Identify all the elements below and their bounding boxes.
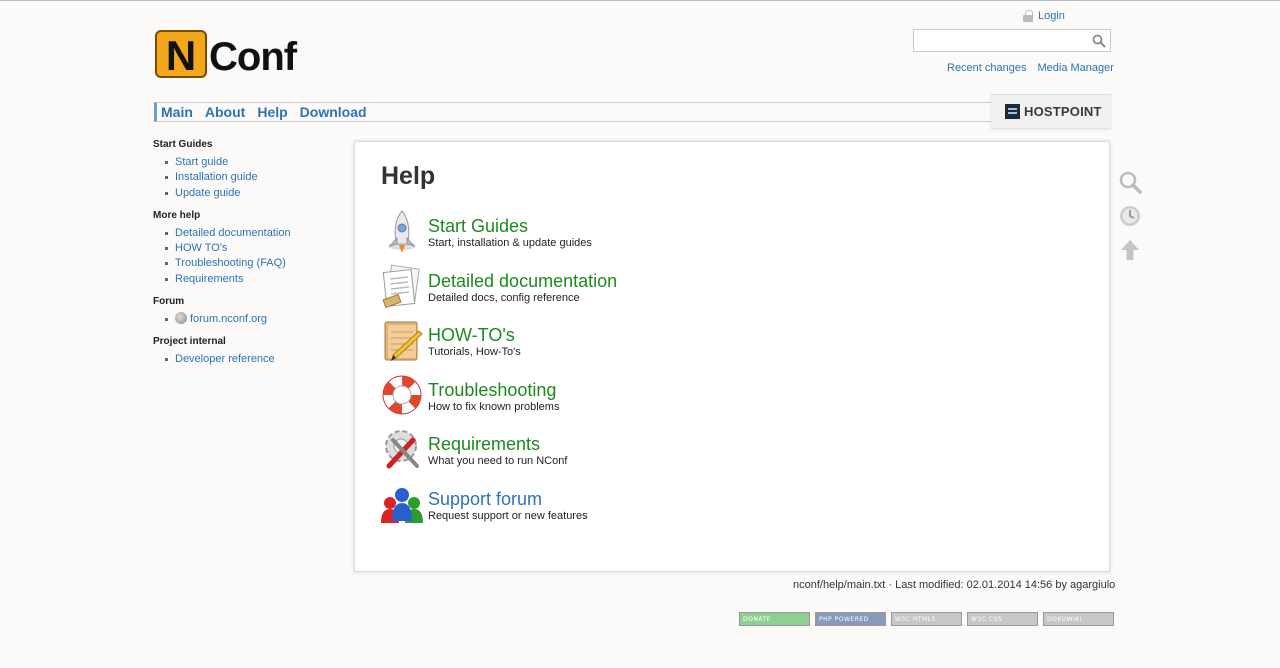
recent-changes-icon[interactable] bbox=[1118, 204, 1142, 228]
support-forum-subtitle: Request support or new features bbox=[428, 510, 588, 522]
sidebar-item-troubleshooting[interactable]: Troubleshooting (FAQ) bbox=[175, 257, 286, 269]
start-guides-subtitle: Start, installation & update guides bbox=[428, 237, 592, 249]
back-to-top-icon[interactable] bbox=[1118, 238, 1142, 262]
svg-text:N: N bbox=[166, 32, 196, 79]
sidebar-item-forum[interactable]: forum.nconf.org bbox=[190, 313, 267, 325]
detailed-documentation-link[interactable]: Detailed documentation bbox=[428, 271, 617, 292]
hostpoint-label: HOSTPOINT bbox=[1024, 104, 1102, 119]
troubleshooting-subtitle: How to fix known problems bbox=[428, 401, 560, 413]
search-box[interactable] bbox=[913, 29, 1111, 52]
sidebar-item: Detailed documentation bbox=[153, 226, 343, 241]
lock-icon bbox=[1023, 10, 1033, 22]
recent-changes-link[interactable]: Recent changes bbox=[947, 62, 1027, 74]
user-tools: Recent changes Media Manager bbox=[947, 62, 1114, 74]
detailed-documentation-subtitle: Detailed docs, config reference bbox=[428, 292, 580, 304]
rocket-icon bbox=[388, 210, 416, 253]
sidebar-section-title: Project internal bbox=[153, 336, 226, 348]
page-tools bbox=[1118, 170, 1142, 272]
lifebuoy-icon bbox=[382, 375, 422, 415]
help-entry-start-guides: Start Guides Start, installation & updat… bbox=[379, 208, 779, 258]
login-link[interactable]: Login bbox=[1023, 10, 1065, 22]
support-forum-link[interactable]: Support forum bbox=[428, 489, 542, 510]
search-icon[interactable] bbox=[1092, 34, 1106, 48]
menu-download[interactable]: Download bbox=[300, 104, 367, 120]
menu-main[interactable]: Main bbox=[161, 104, 193, 120]
sidebar-item: Installation guide bbox=[153, 170, 343, 185]
page-title: Help bbox=[381, 162, 436, 190]
howtos-link[interactable]: HOW-TO's bbox=[428, 325, 515, 346]
window-top-border bbox=[0, 0, 1280, 1]
sidebar-item-update-guide[interactable]: Update guide bbox=[175, 187, 240, 199]
help-entry-support-forum: Support forum Request support or new fea… bbox=[379, 481, 779, 531]
footer-badges: DONATE PHP POWERED W3C HTML5 W3C CSS DOK… bbox=[739, 612, 1114, 626]
w3c-html5-badge[interactable]: W3C HTML5 bbox=[891, 612, 962, 626]
sidebar-item: Update guide bbox=[153, 186, 343, 201]
hostpoint-icon bbox=[1005, 104, 1020, 119]
doc-info: nconf/help/main.txt · Last modified: 02.… bbox=[793, 579, 1116, 591]
w3c-css-badge[interactable]: W3C CSS bbox=[967, 612, 1038, 626]
users-icon bbox=[381, 488, 423, 523]
sidebar-item-developer-reference[interactable]: Developer reference bbox=[175, 353, 275, 365]
sidebar-item-howtos[interactable]: HOW TO's bbox=[175, 242, 227, 254]
sidebar-item-start-guide[interactable]: Start guide bbox=[175, 156, 228, 168]
sidebar-item-requirements[interactable]: Requirements bbox=[175, 273, 243, 285]
sidebar-item-installation-guide[interactable]: Installation guide bbox=[175, 171, 258, 183]
content-page: Help Start Guides Start, installation & … bbox=[354, 141, 1110, 572]
sidebar: Start Guides Start guide Installation gu… bbox=[153, 139, 343, 377]
sidebar-section-title: Start Guides bbox=[153, 139, 213, 150]
media-manager-link[interactable]: Media Manager bbox=[1038, 62, 1114, 74]
sidebar-item: forum.nconf.org bbox=[153, 312, 343, 327]
menu-help[interactable]: Help bbox=[257, 104, 287, 120]
sidebar-item: Requirements bbox=[153, 272, 343, 287]
help-entry-howtos: HOW-TO's Tutorials, How-To's bbox=[379, 317, 779, 367]
hostpoint-sponsor-link[interactable]: HOSTPOINT bbox=[991, 94, 1111, 128]
globe-icon bbox=[175, 312, 187, 325]
login-label[interactable]: Login bbox=[1038, 10, 1065, 22]
howtos-subtitle: Tutorials, How-To's bbox=[428, 346, 521, 358]
donate-badge[interactable]: DONATE bbox=[739, 612, 810, 626]
sidebar-section-title: Forum bbox=[153, 296, 185, 308]
requirements-subtitle: What you need to run NConf bbox=[428, 455, 568, 467]
dokuwiki-badge[interactable]: DOKUWIKI bbox=[1043, 612, 1114, 626]
sidebar-section-title: More help bbox=[153, 209, 201, 221]
documents-icon bbox=[382, 264, 420, 309]
requirements-link[interactable]: Requirements bbox=[428, 434, 540, 455]
menu-about[interactable]: About bbox=[205, 104, 245, 120]
search-icon[interactable] bbox=[1118, 170, 1142, 194]
sidebar-item-detailed-documentation[interactable]: Detailed documentation bbox=[175, 227, 291, 239]
sidebar-item: HOW TO's bbox=[153, 241, 343, 256]
main-menu: Main About Help Download bbox=[154, 102, 991, 122]
php-powered-badge[interactable]: PHP POWERED bbox=[815, 612, 886, 626]
help-entry-detailed-documentation: Detailed documentation Detailed docs, co… bbox=[379, 263, 779, 313]
notepad-icon bbox=[384, 321, 423, 361]
sidebar-item: Start guide bbox=[153, 155, 343, 170]
sidebar-item: Troubleshooting (FAQ) bbox=[153, 256, 343, 271]
nconf-logo[interactable]: N Conf bbox=[155, 28, 337, 80]
svg-text:Conf: Conf bbox=[209, 35, 298, 79]
troubleshooting-link[interactable]: Troubleshooting bbox=[428, 380, 556, 401]
tools-icon bbox=[385, 430, 419, 469]
search-input[interactable] bbox=[914, 30, 1084, 51]
help-entry-troubleshooting: Troubleshooting How to fix known problem… bbox=[379, 372, 779, 422]
start-guides-link[interactable]: Start Guides bbox=[428, 216, 528, 237]
help-entry-requirements: Requirements What you need to run NConf bbox=[379, 426, 779, 476]
sidebar-item: Developer reference bbox=[153, 352, 343, 367]
